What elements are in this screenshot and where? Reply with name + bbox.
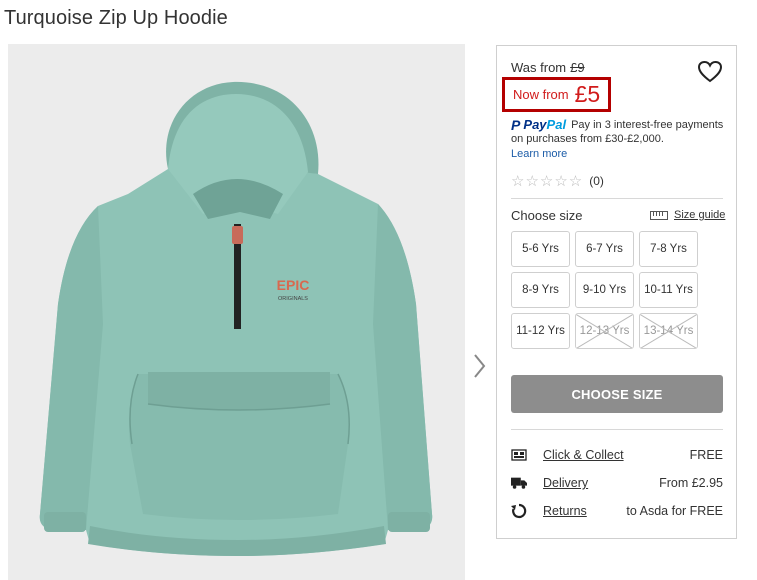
choose-size-label: Choose size xyxy=(511,208,583,223)
returns-row: Returns to Asda for FREE xyxy=(511,501,723,521)
now-price: £5 xyxy=(574,81,601,107)
paypal-p-icon: P xyxy=(511,117,521,133)
hoodie-image: EPIC ORIGINALS xyxy=(39,81,433,556)
was-price: £9 xyxy=(570,60,585,75)
divider xyxy=(511,429,723,430)
returns-info: to Asda for FREE xyxy=(626,504,723,518)
paypal-brand-part1: Pay xyxy=(523,117,547,132)
now-price-box: Now from £5 xyxy=(502,77,611,112)
returns-icon xyxy=(511,503,527,519)
product-image[interactable]: EPIC ORIGINALS xyxy=(8,44,465,580)
size-option[interactable]: 7-8 Yrs xyxy=(639,231,698,267)
size-option[interactable]: 9-10 Yrs xyxy=(575,272,634,308)
click-collect-link[interactable]: Click & Collect xyxy=(543,448,624,462)
size-option[interactable]: 5-6 Yrs xyxy=(511,231,570,267)
paypal-brand-part2: Pal xyxy=(546,117,567,132)
size-option-unavailable[interactable]: 12-13 Yrs xyxy=(575,313,634,349)
paypal-message: P Pay Pal Pay in 3 interest-free payments… xyxy=(511,118,733,161)
click-collect-price: FREE xyxy=(689,448,723,462)
size-guide-link[interactable]: Size guide xyxy=(650,209,725,221)
size-option[interactable]: 11-12 Yrs xyxy=(511,313,570,349)
paypal-logo: P Pay Pal xyxy=(511,117,567,133)
store-icon xyxy=(511,447,527,463)
delivery-row: Delivery From £2.95 xyxy=(511,473,723,493)
returns-link[interactable]: Returns xyxy=(543,504,587,518)
delivery-link[interactable]: Delivery xyxy=(543,476,588,490)
product-rating[interactable]: ☆☆☆☆☆ (0) xyxy=(511,172,604,190)
truck-icon xyxy=(511,475,527,491)
svg-text:EPIC: EPIC xyxy=(277,277,310,293)
size-option-unavailable[interactable]: 13-14 Yrs xyxy=(639,313,698,349)
product-purchase-panel: Was from £9 Now from £5 P Pay Pal Pay in 3… xyxy=(496,45,737,539)
divider xyxy=(511,198,723,199)
star-rating-icon: ☆☆☆☆☆ xyxy=(511,173,584,190)
delivery-price: From £2.95 xyxy=(659,476,723,490)
click-collect-row: Click & Collect FREE xyxy=(511,445,723,465)
was-label: Was from xyxy=(511,60,567,75)
size-guide-label: Size guide xyxy=(674,209,726,221)
svg-text:ORIGINALS: ORIGINALS xyxy=(278,296,308,302)
next-image-arrow[interactable] xyxy=(469,352,489,380)
wishlist-button[interactable] xyxy=(697,60,723,84)
learn-more-link[interactable]: Learn more xyxy=(511,147,733,161)
size-options: 5-6 Yrs 6-7 Yrs 7-8 Yrs 8-9 Yrs 9-10 Yrs… xyxy=(511,231,723,349)
review-count: (0) xyxy=(589,174,604,188)
size-option[interactable]: 10-11 Yrs xyxy=(639,272,698,308)
was-price-line: Was from £9 xyxy=(511,60,585,75)
ruler-icon xyxy=(650,210,668,220)
page-title: Turquoise Zip Up Hoodie xyxy=(4,7,228,29)
choose-size-button[interactable]: CHOOSE SIZE xyxy=(511,375,723,413)
size-option[interactable]: 6-7 Yrs xyxy=(575,231,634,267)
chevron-right-icon xyxy=(474,354,486,378)
now-label: Now from xyxy=(513,87,569,102)
heart-icon xyxy=(697,60,723,83)
size-option[interactable]: 8-9 Yrs xyxy=(511,272,570,308)
